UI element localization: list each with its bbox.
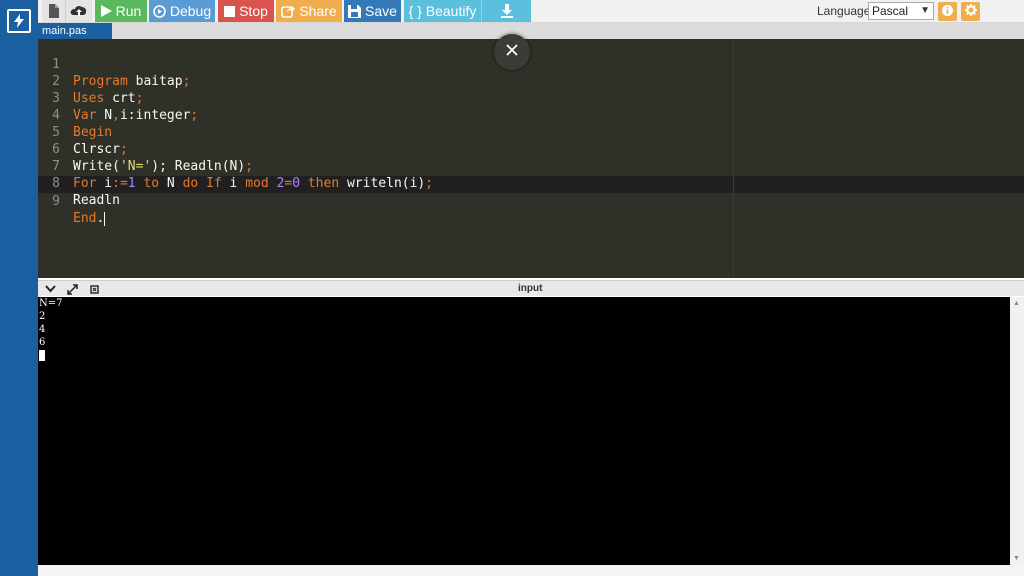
output-line: 2 [39, 311, 46, 322]
save-icon [348, 4, 362, 18]
gear-icon [964, 3, 977, 21]
debug-icon [153, 4, 166, 18]
new-file-icon [48, 4, 60, 18]
chevron-down-icon: ▼ [920, 5, 930, 16]
console-output[interactable]: N=7 2 4 6 [38, 297, 1010, 565]
run-label: Run [115, 3, 142, 19]
terminal-cursor [39, 350, 45, 361]
file-tab-strip: main.pas [38, 23, 1024, 39]
language-label: Language [817, 4, 871, 18]
line-number: 9 [52, 194, 60, 209]
save-button[interactable]: Save [344, 0, 401, 22]
code-line: 8 Readln [38, 158, 120, 208]
stop-label: Stop [239, 3, 268, 19]
close-icon [506, 43, 518, 61]
close-button[interactable] [494, 34, 530, 70]
code-line: 7 For i:=1 to N do If i mod 2=0 then wri… [38, 141, 433, 191]
output-line: 4 [39, 324, 46, 335]
file-tab-main-pas[interactable]: main.pas [38, 23, 112, 39]
console-title: input [518, 283, 543, 294]
code-line: 1 Program baitap; [38, 39, 190, 89]
output-line: 6 [39, 337, 46, 348]
save-label: Save [365, 3, 397, 19]
code-line: 2 Uses crt; [38, 56, 143, 106]
share-icon [281, 5, 296, 18]
run-button[interactable]: Run [95, 0, 147, 22]
left-sidebar [0, 0, 38, 576]
beautify-button[interactable]: { } Beautify [404, 0, 481, 22]
code-line: 3 Var N,i:integer; [38, 73, 198, 123]
debug-button[interactable]: Debug [149, 0, 215, 22]
language-select[interactable]: Pascal ▼ [868, 2, 934, 20]
chevron-down-icon[interactable] [43, 283, 57, 295]
info-icon [942, 3, 953, 21]
settings-button[interactable] [961, 2, 980, 21]
code-line: 4 Begin [38, 90, 112, 140]
code-editor[interactable]: 1 Program baitap; 2 Uses crt; 3 Var N,i:… [38, 39, 1024, 278]
download-icon [500, 4, 514, 18]
code-line: 9 End. [38, 176, 106, 226]
beautify-label: { } Beautify [408, 3, 477, 19]
console-header: input [38, 280, 1024, 296]
bottom-strip [38, 565, 1024, 576]
code-line: 5 Clrscr; [38, 107, 128, 157]
toolbar: Run Debug Stop Share Save {} Beautify L… [38, 0, 1024, 23]
debug-label: Debug [169, 3, 212, 19]
terminal-cursor-line [39, 350, 1010, 363]
scroll-down-icon[interactable]: ▼ [1013, 555, 1020, 562]
play-icon [100, 5, 112, 17]
clear-console-icon[interactable] [87, 283, 101, 295]
new-file-button[interactable] [42, 0, 66, 22]
online-ide: Run Debug Stop Share Save {} Beautify L… [0, 0, 1024, 576]
code-line: 6 Write('N='); Readln(N); [38, 124, 253, 174]
upload-button[interactable] [66, 0, 92, 22]
language-value: Pascal [872, 4, 909, 18]
share-label: Share [299, 3, 337, 19]
text-cursor [104, 211, 106, 226]
console-scrollbar[interactable]: ▲ ▼ [1010, 297, 1024, 565]
stop-button[interactable]: Stop [218, 0, 274, 22]
logo-bolt-icon[interactable] [7, 9, 31, 33]
download-button[interactable] [481, 0, 531, 22]
print-margin [733, 39, 734, 278]
info-button[interactable] [938, 2, 957, 21]
scroll-up-icon[interactable]: ▲ [1013, 300, 1020, 307]
upload-icon [70, 4, 88, 18]
output-line: N=7 [39, 298, 63, 309]
expand-icon[interactable] [65, 283, 79, 295]
share-button[interactable]: Share [276, 0, 342, 22]
stop-icon [224, 5, 236, 17]
